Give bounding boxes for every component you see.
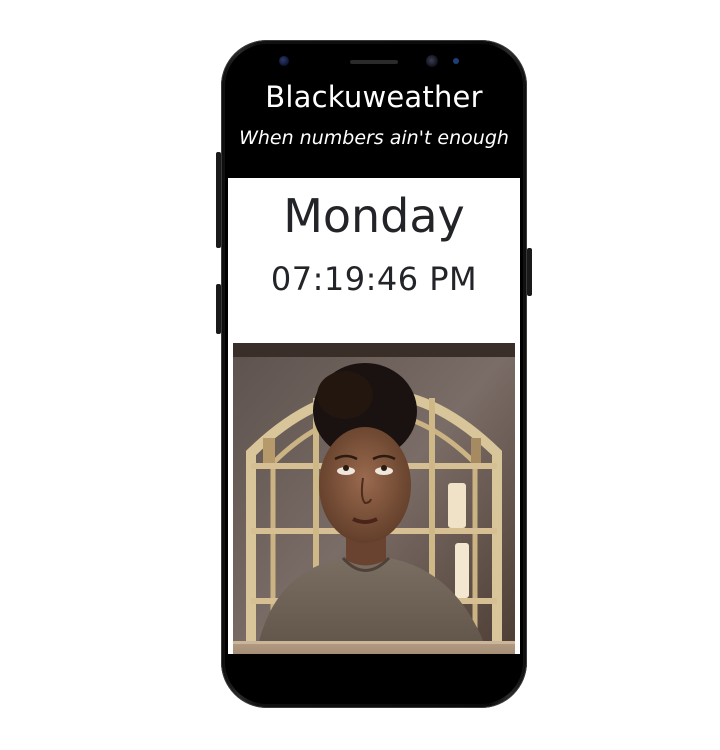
iris-sensor-icon xyxy=(279,56,289,66)
page-stage: Blackuweather When numbers ain't enough … xyxy=(0,0,720,750)
time-label: 07:19:46 PM xyxy=(270,260,478,298)
main-content: Monday 07:19:46 PM xyxy=(228,178,520,676)
front-camera-icon xyxy=(426,55,438,67)
power-button xyxy=(527,248,532,296)
photo-of-woman-rolling-eyes-icon xyxy=(233,343,515,676)
proximity-sensor-icon xyxy=(453,58,459,64)
day-label: Monday xyxy=(283,189,465,243)
mood-photo xyxy=(233,343,515,676)
app-title: Blackuweather xyxy=(265,80,483,114)
app-tagline: When numbers ain't enough xyxy=(239,127,509,149)
earpiece-speaker xyxy=(350,60,398,64)
screen-bottom-bezel xyxy=(228,654,520,676)
phone-screen: Blackuweather When numbers ain't enough … xyxy=(228,76,520,676)
app-header: Blackuweather When numbers ain't enough xyxy=(228,76,520,178)
